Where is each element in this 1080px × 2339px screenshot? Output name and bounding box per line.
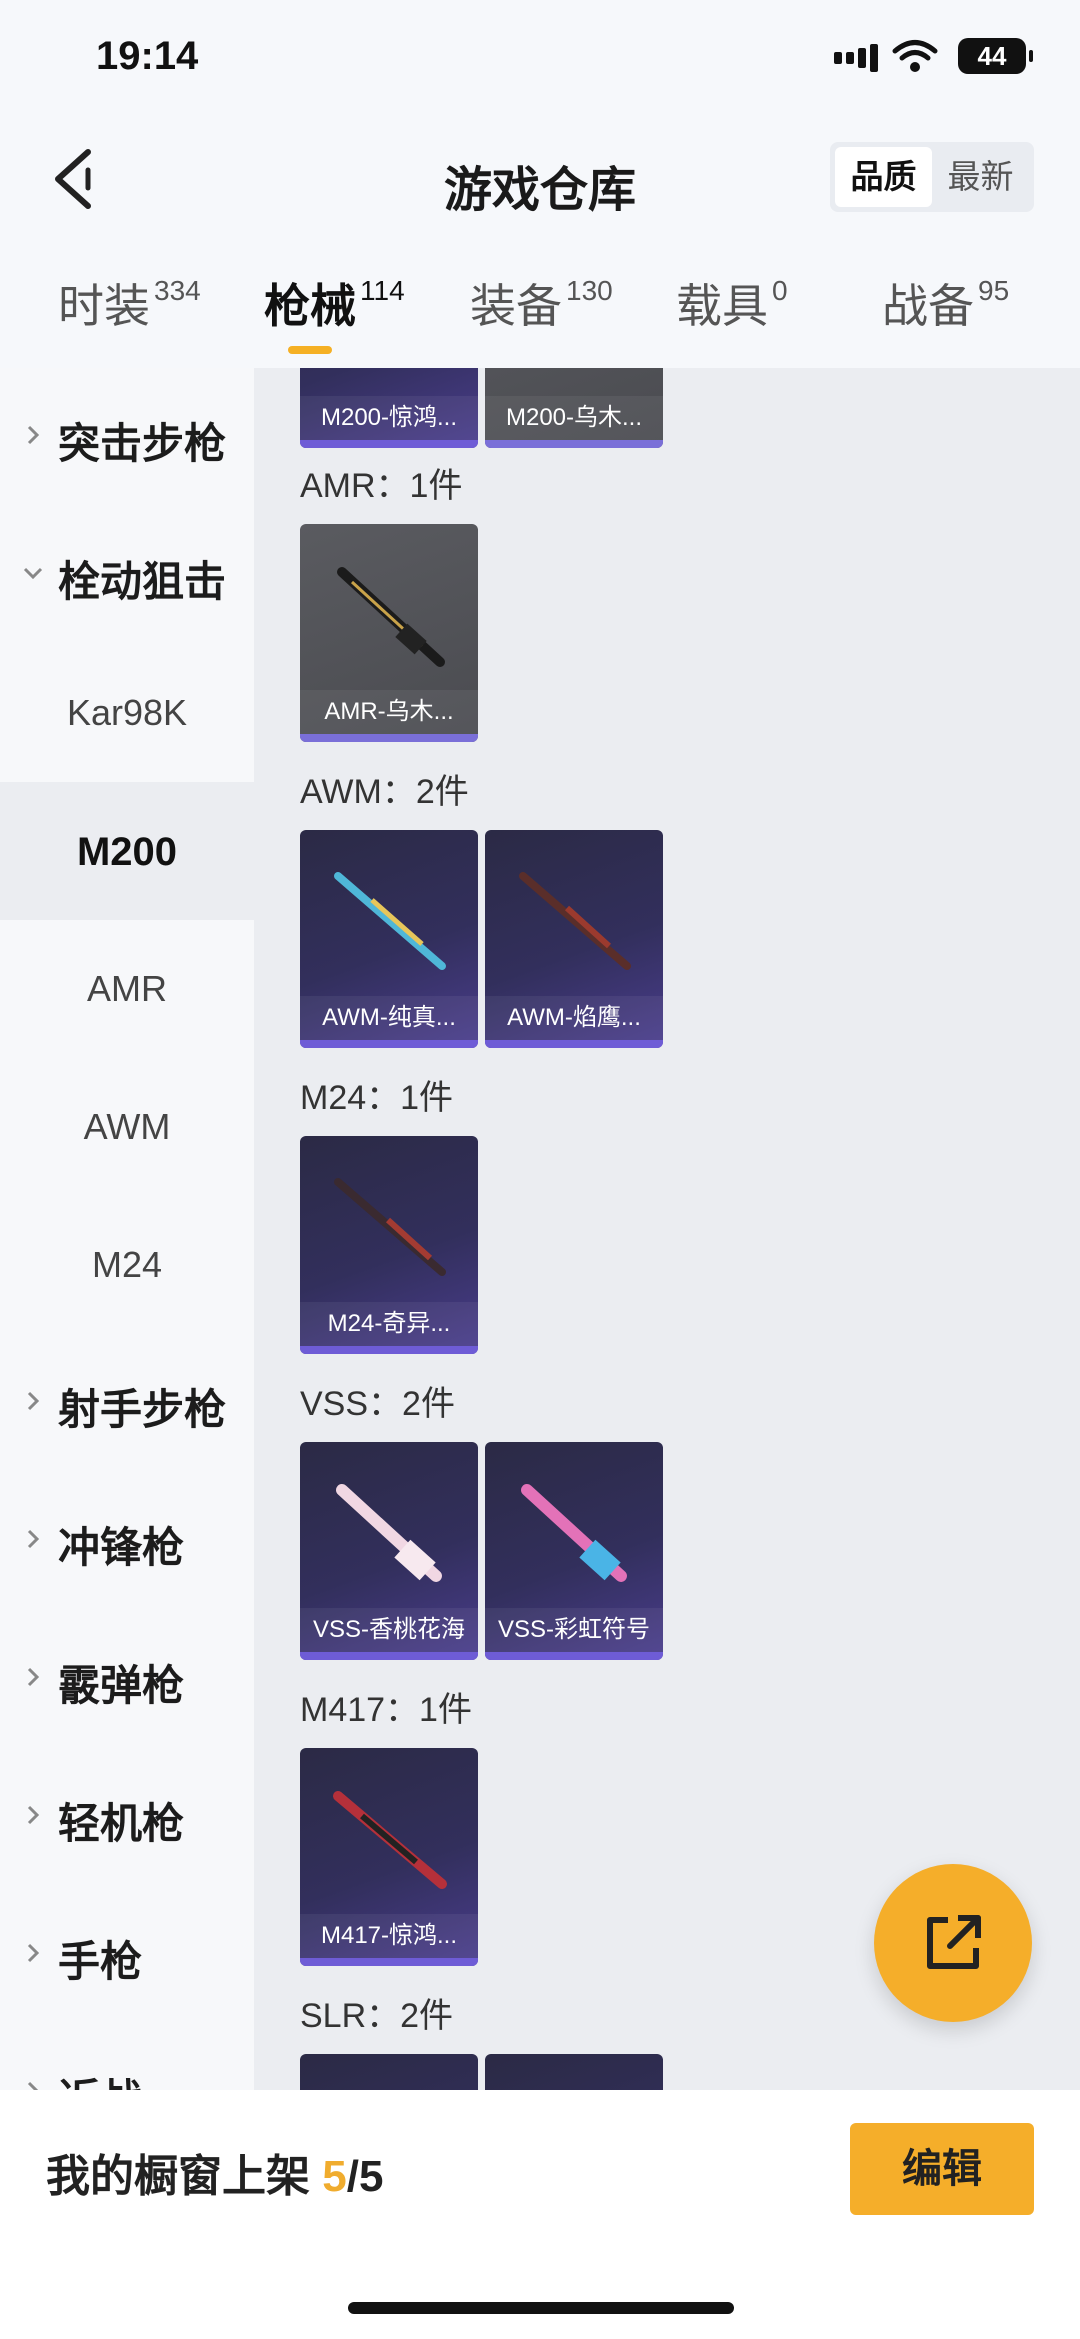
item-card[interactable] — [300, 2054, 478, 2090]
item-card[interactable]: AMR-乌木... — [300, 524, 478, 742]
battery-icon: 44 — [958, 38, 1033, 74]
sort-toggle: 品质 最新 — [830, 142, 1034, 212]
rifle-image-icon — [336, 1484, 442, 1582]
tab-supplies[interactable]: 战备 95 — [882, 270, 1009, 336]
rifle-image-icon — [333, 1791, 447, 1889]
page-header: 游戏仓库 品质 最新 — [0, 120, 1080, 240]
item-card[interactable]: M200-乌木... — [485, 368, 663, 448]
chevron-right-icon — [27, 1805, 40, 1825]
showcase-count: 我的橱窗上架 5/5 — [46, 2152, 384, 2201]
sidebar: 突击步枪 栓动狙击 Kar98K M200 AMR AWM M24 射手步枪 冲… — [0, 368, 254, 2090]
sidebar-sub-m24[interactable]: M24 — [0, 1196, 254, 1334]
sidebar-sub-m200[interactable]: M200 — [0, 782, 254, 920]
category-tabs: 时装 334 枪械 114 装备 130 载具 0 战备 95 — [0, 240, 1080, 368]
section-title: AWM：2件 — [300, 773, 469, 811]
sidebar-item-smg[interactable]: 冲锋枪 — [0, 1472, 254, 1610]
item-grid: M200-惊鸿... M200-乌木... AMR：1件 AMR-乌木... A… — [254, 368, 1080, 2090]
item-card[interactable]: AWM-焰鹰... — [485, 830, 663, 1048]
chevron-right-icon — [27, 2081, 39, 2090]
rifle-image-icon — [334, 1178, 446, 1276]
chevron-right-icon — [27, 1391, 40, 1411]
tab-guns[interactable]: 枪械 114 — [264, 270, 405, 336]
item-card[interactable]: AWM-纯真... — [300, 830, 478, 1048]
sidebar-item-assault-rifle[interactable]: 突击步枪 — [0, 368, 254, 506]
sidebar-item-melee[interactable]: 近战 — [0, 2024, 254, 2090]
rifle-image-icon — [521, 1484, 627, 1582]
sidebar-item-bolt-sniper[interactable]: 栓动狙击 — [0, 506, 254, 644]
item-card[interactable]: M24-奇异... — [300, 1136, 478, 1354]
item-card[interactable]: M200-惊鸿... — [300, 368, 478, 448]
section-title: M24：1件 — [300, 1079, 454, 1117]
rifle-image-icon — [334, 872, 446, 970]
wifi-icon — [892, 40, 938, 72]
edit-button[interactable]: 编辑 — [850, 2123, 1034, 2215]
sidebar-item-lmg[interactable]: 轻机枪 — [0, 1748, 254, 1886]
sidebar-item-shotgun[interactable]: 霰弹枪 — [0, 1610, 254, 1748]
chevron-right-icon — [27, 425, 40, 445]
tab-equipment[interactable]: 装备 130 — [470, 270, 613, 336]
section-title: AMR：1件 — [300, 467, 463, 505]
share-button[interactable] — [874, 1864, 1032, 2022]
signal-icon — [834, 44, 878, 72]
sidebar-sub-awm[interactable]: AWM — [0, 1058, 254, 1196]
item-card[interactable]: VSS-彩虹符号 — [485, 1442, 663, 1660]
chevron-right-icon — [27, 1943, 40, 1963]
tab-fashion[interactable]: 时装 334 — [58, 270, 201, 336]
sidebar-item-pistol[interactable]: 手枪 — [0, 1886, 254, 2024]
section-title: M417：1件 — [300, 1691, 472, 1729]
section-title: SLR：2件 — [300, 1997, 454, 2035]
section-title: VSS：2件 — [300, 1385, 455, 1423]
home-indicator — [348, 2302, 734, 2314]
status-time: 19:14 — [96, 34, 199, 78]
sidebar-sub-amr[interactable]: AMR — [0, 920, 254, 1058]
rifle-image-icon — [337, 567, 445, 667]
chevron-right-icon — [27, 1529, 40, 1549]
back-arrow-icon[interactable] — [44, 144, 104, 214]
share-icon — [927, 1915, 981, 1969]
rifle-image-icon — [519, 872, 631, 970]
status-bar: 19:14 44 — [0, 0, 1080, 120]
tab-vehicles[interactable]: 载具 0 — [676, 270, 788, 336]
chevron-right-icon — [27, 1667, 40, 1687]
item-card[interactable]: VSS-香桃花海 — [300, 1442, 478, 1660]
sidebar-item-marksman-rifle[interactable]: 射手步枪 — [0, 1334, 254, 1472]
item-card[interactable]: M417-惊鸿... — [300, 1748, 478, 1966]
chevron-down-icon — [23, 567, 43, 580]
sidebar-sub-kar98k[interactable]: Kar98K — [0, 644, 254, 782]
item-card[interactable] — [485, 2054, 663, 2090]
sort-quality-button[interactable]: 品质 — [835, 147, 932, 207]
active-tab-indicator — [288, 346, 332, 354]
sort-newest-button[interactable]: 最新 — [932, 147, 1029, 207]
